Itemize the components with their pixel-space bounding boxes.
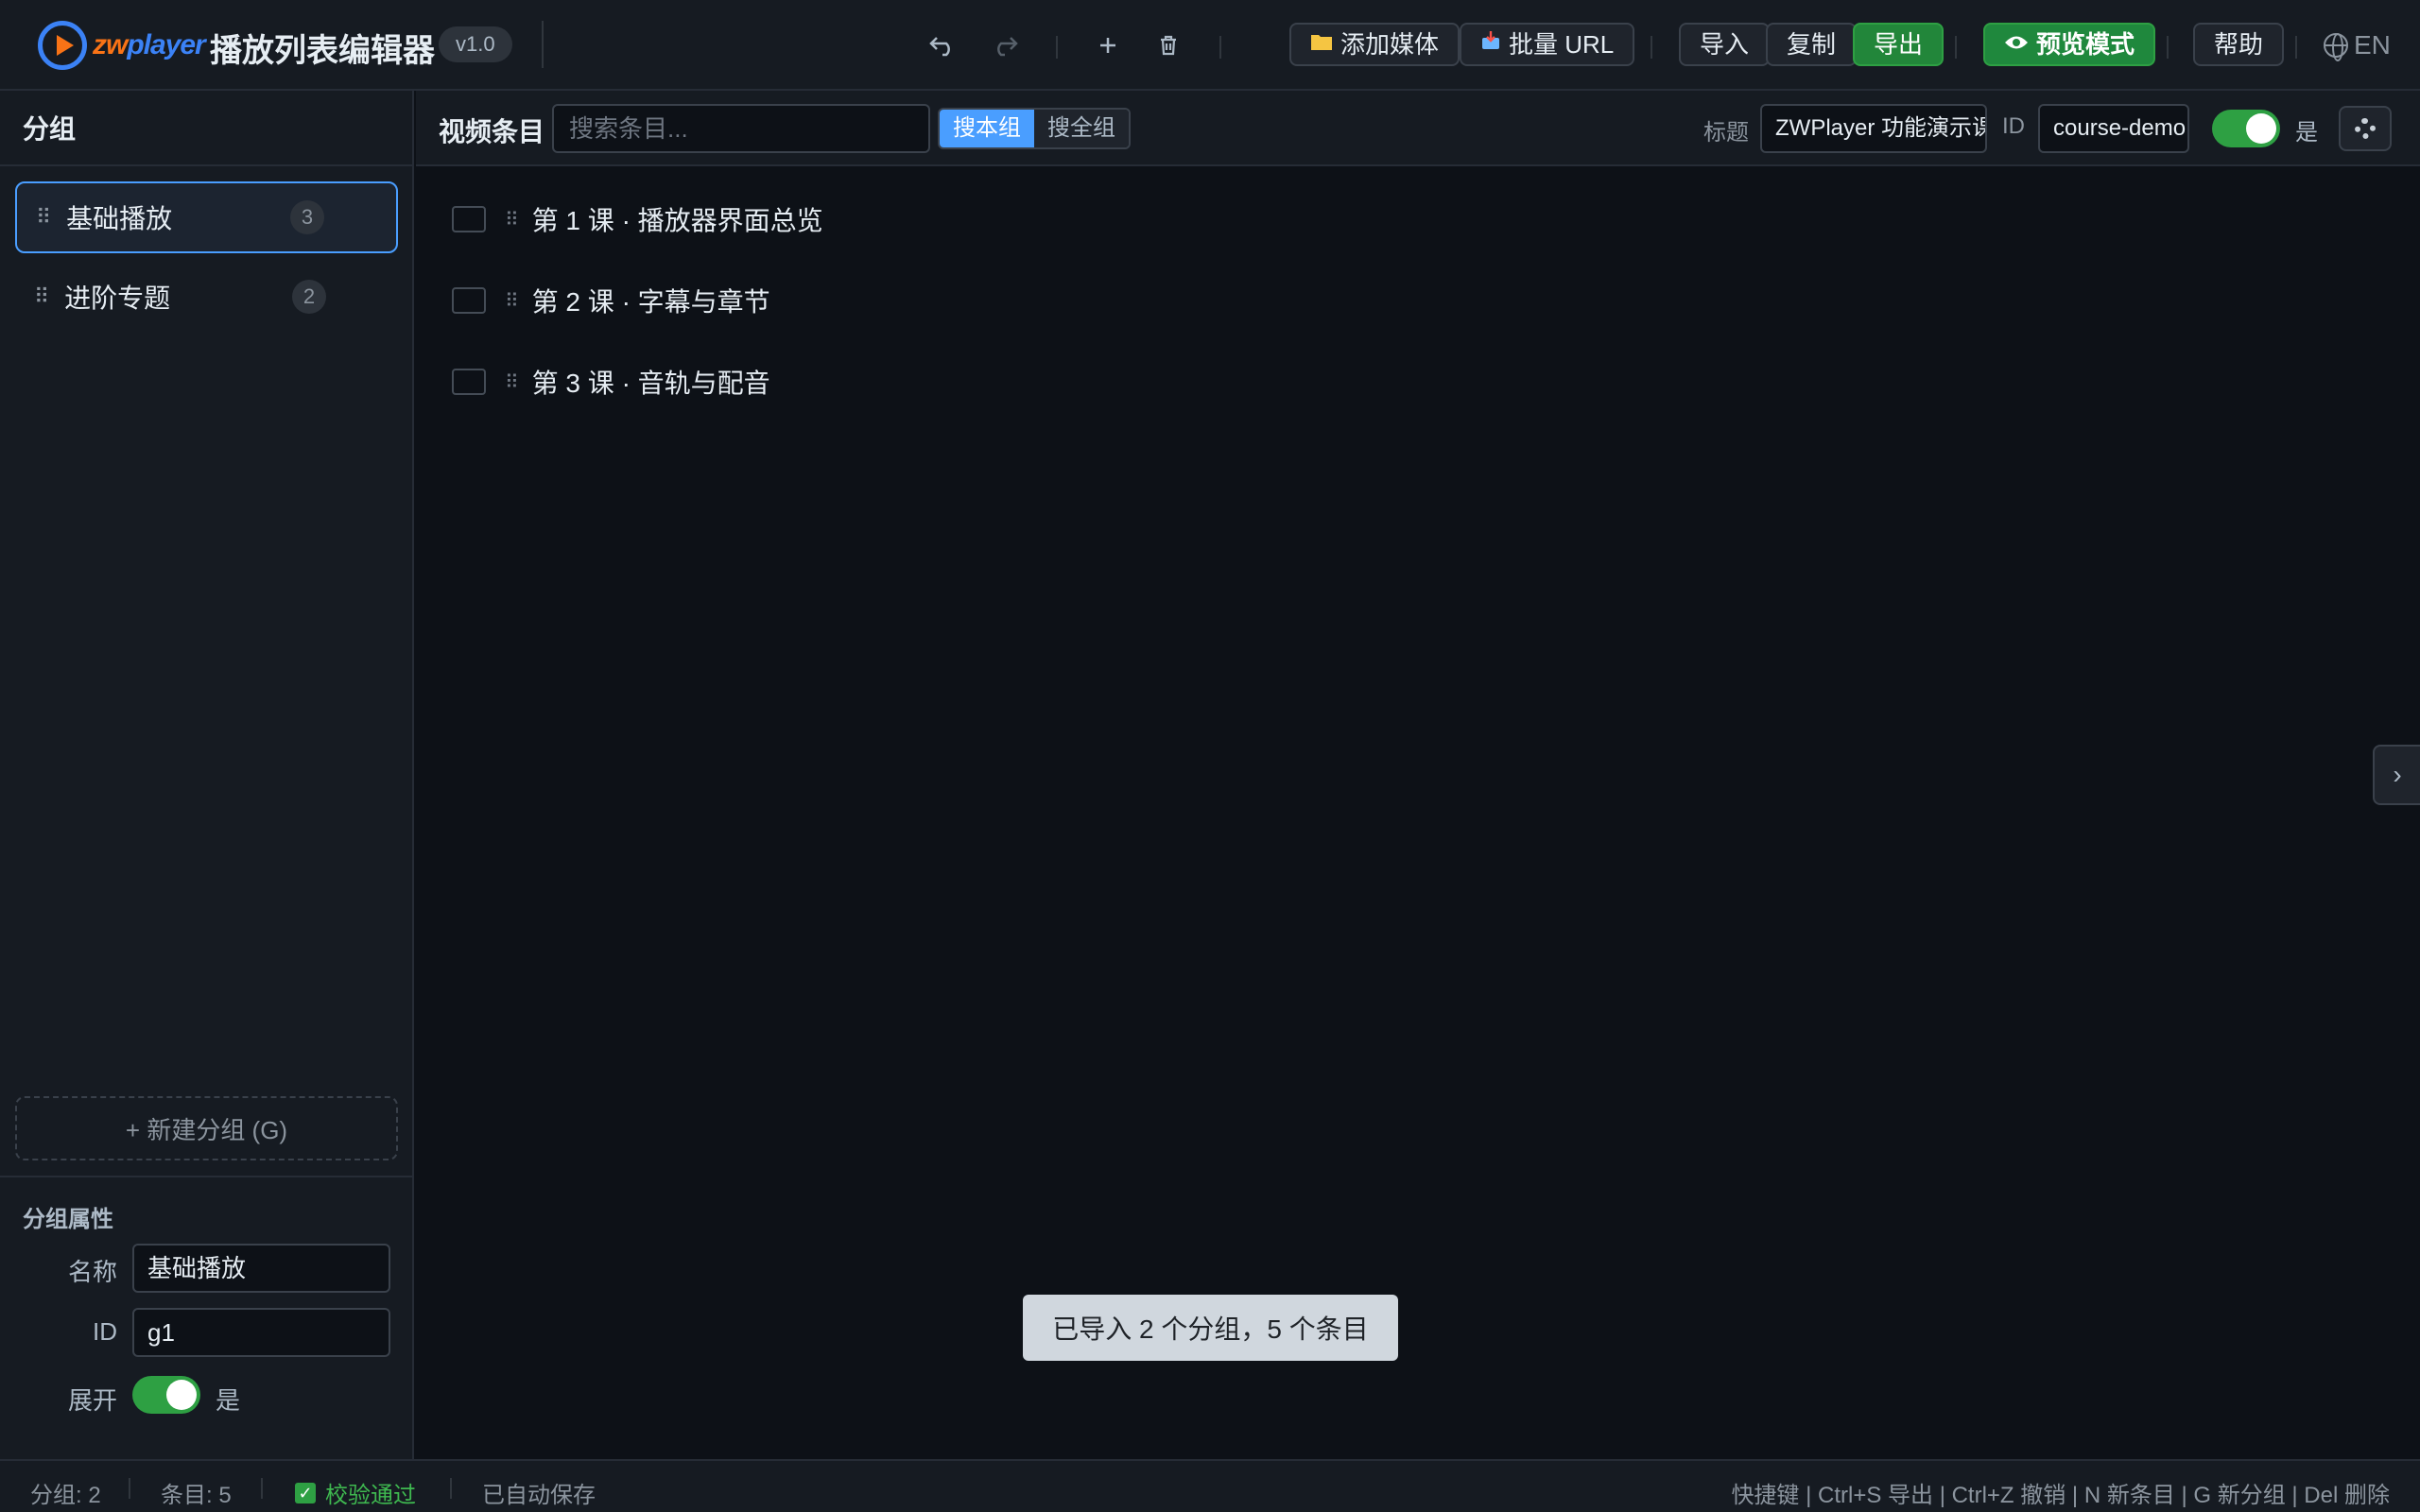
app-logo: zwplayer <box>38 21 206 70</box>
delete-button[interactable] <box>1150 26 1187 64</box>
group-name: 基础播放 <box>66 204 173 233</box>
inbox-icon <box>1480 25 1501 64</box>
item-count: 条目: 5 <box>161 1483 232 1508</box>
trash-icon <box>1161 35 1176 56</box>
group-count: 分组: 2 <box>30 1483 101 1508</box>
id-label: ID <box>93 1317 117 1346</box>
export-button[interactable]: 导出 <box>1853 23 1945 66</box>
name-label: 名称 <box>67 1258 117 1286</box>
items-title: 视频条目 <box>439 117 545 146</box>
app-title: 播放列表编辑器 <box>210 33 435 69</box>
list-item[interactable]: ⠿ 第 2 课 · 字幕与章节 <box>452 282 770 319</box>
playlist-id-field[interactable]: course-demo <box>2038 104 2189 153</box>
eye-icon <box>2004 25 2029 64</box>
undo-button[interactable] <box>925 26 962 64</box>
expand-panel-button[interactable]: › <box>2373 745 2420 805</box>
divider <box>129 1478 130 1499</box>
drag-handle-icon[interactable]: ⠿ <box>34 284 49 309</box>
item-title: 第 2 课 · 字幕与章节 <box>531 287 770 317</box>
divider <box>1219 36 1221 59</box>
divider <box>1955 36 1957 59</box>
divider <box>450 1478 452 1499</box>
scope-all-button[interactable]: 搜全组 <box>1034 110 1129 147</box>
version-badge: v1.0 <box>439 26 512 62</box>
group-name: 进阶专题 <box>64 284 171 313</box>
playlist-id-label: ID <box>2002 113 2025 139</box>
drag-handle-icon[interactable]: ⠿ <box>505 289 519 313</box>
redo-button[interactable] <box>985 26 1023 64</box>
help-button[interactable]: 帮助 <box>2193 23 2285 66</box>
language-switch[interactable]: EN <box>2324 26 2391 64</box>
validation-status: ✓ 校验通过 <box>295 1476 416 1509</box>
shortcut-hints: 快捷键 | Ctrl+S 导出 | Ctrl+Z 撤销 | N 新条目 | G … <box>1731 1483 2390 1508</box>
group-name-field[interactable]: 基础播放 <box>132 1244 390 1293</box>
playlist-toggle-value: 是 <box>2295 120 2318 146</box>
status-bar: 分组: 2 条目: 5 ✓ 校验通过 已自动保存 快捷键 | Ctrl+S 导出… <box>0 1459 2420 1512</box>
preview-mode-button[interactable]: 预览模式 <box>1983 23 2156 66</box>
expand-toggle[interactable] <box>132 1376 200 1414</box>
group-properties-title: 分组属性 <box>23 1207 113 1232</box>
divider <box>2167 36 2169 59</box>
search-scope-toggle: 搜本组 搜全组 <box>938 108 1131 149</box>
gear-icon <box>2355 118 2376 139</box>
items-toolbar: 视频条目 搜本组 搜全组 标题 ZWPlayer 功能演示课 ID course… <box>416 91 2420 166</box>
batch-url-button[interactable]: 批量 URL <box>1460 23 1635 66</box>
list-item[interactable]: ⠿ 第 1 课 · 播放器界面总览 <box>452 200 823 238</box>
add-item-button[interactable] <box>1089 26 1127 64</box>
group-sidebar: 分组 ⠿ 基础播放 3 ⠿ 进阶专题 2 + 新建分组 (G) 分组属性 名称 … <box>0 91 414 1459</box>
sidebar-heading: 分组 <box>0 91 412 166</box>
new-group-button[interactable]: + 新建分组 (G) <box>15 1096 398 1160</box>
folder-icon <box>1310 25 1333 64</box>
logo-text-zw: zw <box>93 29 128 60</box>
add-media-button[interactable]: 添加媒体 <box>1289 23 1461 66</box>
item-title: 第 1 课 · 播放器界面总览 <box>531 206 823 235</box>
group-item-basic[interactable]: ⠿ 基础播放 3 <box>15 181 398 253</box>
expand-label: 展开 <box>67 1386 117 1415</box>
list-item[interactable]: ⠿ 第 3 课 · 音轨与配音 <box>452 363 770 401</box>
import-button[interactable]: 导入 <box>1679 23 1771 66</box>
divider <box>1056 36 1058 59</box>
divider <box>261 1478 263 1499</box>
expand-toggle-value: 是 <box>216 1386 241 1415</box>
group-id-field[interactable]: g1 <box>132 1308 390 1357</box>
batch-url-label: 批量 URL <box>1509 30 1615 59</box>
scope-group-button[interactable]: 搜本组 <box>940 110 1034 147</box>
plus-icon <box>1100 38 1115 53</box>
search-input[interactable] <box>552 104 930 153</box>
item-checkbox[interactable] <box>452 369 486 395</box>
divider <box>542 21 544 68</box>
undo-icon <box>929 37 950 57</box>
top-bar: zwplayer 播放列表编辑器 v1.0 添加媒体 批量 URL 导入 复制 … <box>0 0 2420 91</box>
logo-text-player: player <box>127 29 205 60</box>
check-icon: ✓ <box>295 1482 316 1503</box>
logo-text: zwplayer <box>93 29 206 61</box>
settings-button[interactable] <box>2339 106 2392 151</box>
drag-handle-icon[interactable]: ⠿ <box>505 208 519 232</box>
divider <box>2295 36 2297 59</box>
item-title: 第 3 课 · 音轨与配音 <box>531 369 770 398</box>
import-toast: 已导入 2 个分组，5 个条目 <box>1023 1295 1398 1361</box>
playlist-toggle[interactable] <box>2212 110 2280 147</box>
drag-handle-icon[interactable]: ⠿ <box>505 370 519 394</box>
item-checkbox[interactable] <box>452 206 486 232</box>
add-media-label: 添加媒体 <box>1340 30 1440 59</box>
group-item-advanced[interactable]: ⠿ 进阶专题 2 <box>15 261 398 333</box>
copy-button[interactable]: 复制 <box>1766 23 1858 66</box>
divider <box>1651 36 1652 59</box>
language-label: EN <box>2354 30 2391 60</box>
item-checkbox[interactable] <box>452 287 486 314</box>
redo-icon <box>997 37 1018 57</box>
playlist-title-label: 标题 <box>1703 120 1749 146</box>
group-properties: 分组属性 名称 基础播放 ID g1 展开 是 <box>0 1176 412 1415</box>
preview-mode-label: 预览模式 <box>2036 30 2135 59</box>
validation-label: 校验通过 <box>325 1483 416 1508</box>
group-count-badge: 3 <box>290 200 324 234</box>
group-count-badge: 2 <box>292 280 326 314</box>
playlist-title-field[interactable]: ZWPlayer 功能演示课 <box>1760 104 1987 153</box>
drag-handle-icon[interactable]: ⠿ <box>36 205 51 230</box>
globe-icon <box>2324 33 2348 61</box>
play-logo-icon <box>38 21 87 70</box>
autosave-status: 已自动保存 <box>482 1483 596 1508</box>
